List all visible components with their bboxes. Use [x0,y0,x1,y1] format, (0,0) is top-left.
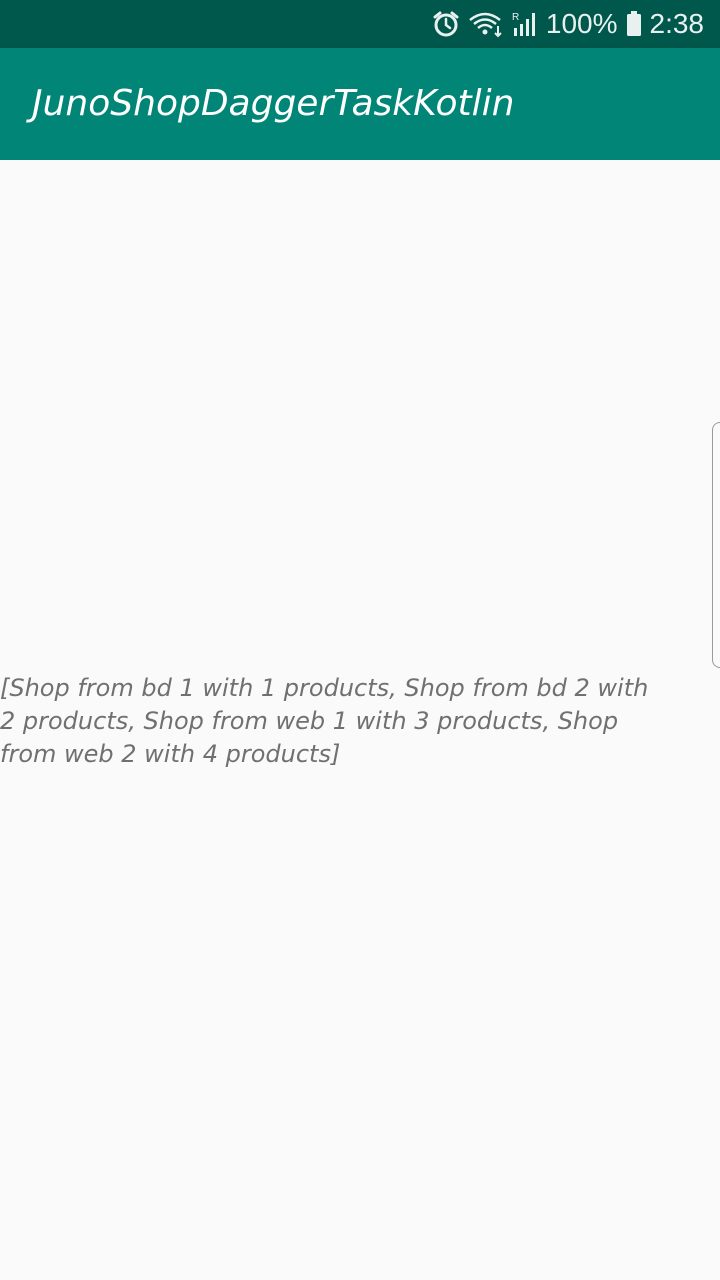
signal-icon: R [512,10,538,38]
status-bar: R 100% 2:38 [0,0,720,48]
battery-icon [626,10,642,38]
shops-list-text: [Shop from bd 1 with 1 products, Shop fr… [0,674,649,768]
wifi-icon [468,10,504,38]
app-title: JunoShopDaggerTaskKotlin [32,83,515,124]
svg-text:R: R [512,12,519,23]
status-clock: 2:38 [649,8,705,39]
alarm-icon [432,10,460,38]
main-content: [Shop from bd 1 with 1 products, Shop fr… [0,160,720,1280]
app-bar: JunoShopDaggerTaskKotlin [0,48,720,160]
battery-percentage: 100% [545,8,618,39]
edge-panel-handle[interactable] [712,422,720,668]
status-icons: R 100% 2:38 [432,0,704,48]
